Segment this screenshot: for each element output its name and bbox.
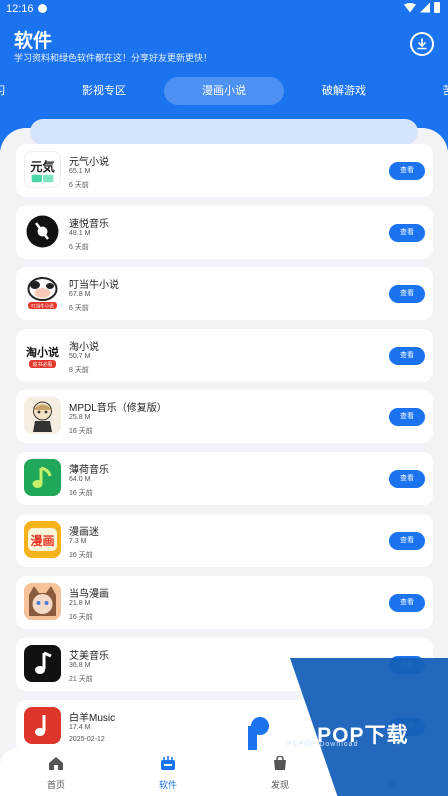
aimei-music-icon bbox=[24, 645, 61, 682]
view-button[interactable]: 查看 bbox=[389, 594, 425, 612]
app-name: 元气小说 bbox=[69, 157, 109, 168]
app-size: 7.3 M bbox=[69, 538, 87, 545]
app-date: 16 天前 bbox=[69, 490, 93, 497]
app-date: 16 天前 bbox=[69, 428, 93, 435]
view-button[interactable]: 查看 bbox=[389, 408, 425, 426]
bag-icon bbox=[274, 756, 286, 770]
tao-icon-text: 淘小说 bbox=[26, 345, 59, 359]
baiyang-music-icon bbox=[24, 707, 61, 744]
nav-label: 软件 bbox=[158, 780, 177, 790]
app-date: 21 天前 bbox=[69, 676, 93, 683]
view-button[interactable]: 查看 bbox=[389, 347, 425, 365]
app-date: 6 天前 bbox=[69, 305, 89, 312]
yuanqi-app-icon: 元気 bbox=[24, 151, 61, 188]
app-size: 67.8 M bbox=[69, 291, 91, 298]
app-date: 6 天前 bbox=[69, 182, 89, 189]
tab-cracked-games[interactable]: 破解游戏 bbox=[294, 77, 394, 105]
app-name: MPDL音乐（修复版） bbox=[69, 403, 167, 414]
app-size: 21.8 M bbox=[69, 600, 91, 607]
suyue-music-icon bbox=[24, 213, 61, 250]
mint-music-icon bbox=[24, 459, 61, 496]
tab-study[interactable]: 习 bbox=[0, 77, 8, 105]
nav-home[interactable]: 首页 bbox=[0, 748, 112, 796]
app-card[interactable]: 元気 元气小说 65.1 M 6 天前 查看 bbox=[16, 144, 433, 197]
battery-icon bbox=[434, 2, 440, 13]
app-name: 速悦音乐 bbox=[69, 219, 109, 230]
view-button[interactable]: 查看 bbox=[389, 285, 425, 303]
view-button[interactable]: 查看 bbox=[389, 532, 425, 550]
app-date: 2025-02-12 bbox=[69, 736, 105, 743]
watermark-subtitle: PCPOP Download bbox=[287, 741, 359, 748]
status-time: 12:16 bbox=[6, 3, 34, 15]
tab-more[interactable]: 苦 bbox=[440, 77, 448, 105]
tab-movies[interactable]: 影视专区 bbox=[54, 77, 154, 105]
notification-icon bbox=[38, 4, 47, 13]
dingdang-cow-icon: 叮当牛小说 bbox=[24, 274, 61, 311]
tao-novel-icon: 淘小说 追书必看 bbox=[24, 336, 61, 373]
app-name: 淘小说 bbox=[69, 342, 99, 353]
page-title: 软件 bbox=[14, 31, 53, 52]
download-button[interactable] bbox=[410, 32, 434, 56]
app-card[interactable]: 速悦音乐 48.1 M 6 天前 查看 bbox=[16, 206, 433, 259]
nav-label: 发现 bbox=[270, 780, 289, 790]
app-name: 薄荷音乐 bbox=[69, 465, 109, 476]
manhua-icon-text: 漫画 bbox=[30, 533, 54, 548]
nav-discover[interactable]: 发现 bbox=[224, 748, 336, 796]
app-card[interactable]: 叮当牛小说 叮当牛小说 67.8 M 6 天前 查看 bbox=[16, 267, 433, 320]
manhuami-icon: 漫画 bbox=[24, 521, 61, 558]
app-date: 8 天前 bbox=[69, 367, 89, 374]
wifi-icon bbox=[404, 2, 416, 13]
app-name: 当鸟漫画 bbox=[69, 589, 109, 600]
search-bar[interactable] bbox=[30, 119, 418, 145]
app-size: 36.8 M bbox=[69, 662, 91, 669]
app-card[interactable]: 淘小说 追书必看 淘小说 50.7 M 8 天前 查看 bbox=[16, 329, 433, 382]
app-card[interactable]: MPDL音乐（修复版） 25.8 M 16 天前 查看 bbox=[16, 390, 433, 443]
app-size: 48.1 M bbox=[69, 230, 91, 237]
tao-icon-subtext: 追书必看 bbox=[32, 361, 52, 368]
app-name: 漫画迷 bbox=[69, 527, 99, 538]
app-date: 6 天前 bbox=[69, 244, 89, 251]
app-card[interactable]: 漫画 漫画迷 7.3 M 16 天前 查看 bbox=[16, 514, 433, 567]
app-name: 艾美音乐 bbox=[69, 651, 109, 662]
view-button[interactable]: 查看 bbox=[389, 224, 425, 242]
watermark-logo-icon bbox=[244, 710, 276, 750]
mpdl-music-icon bbox=[24, 397, 61, 434]
status-bar: 12:16 bbox=[0, 0, 448, 18]
app-card[interactable]: 当鸟漫画 21.8 M 16 天前 查看 bbox=[16, 576, 433, 629]
page-subtitle: 学习资料和绿色软件都在这！分享好友更新更快！ bbox=[14, 53, 213, 63]
app-card[interactable]: 薄荷音乐 64.0 M 16 天前 查看 bbox=[16, 452, 433, 505]
yuanqi-icon-text: 元気 bbox=[30, 159, 55, 174]
signal-icon bbox=[420, 2, 430, 13]
home-icon bbox=[49, 757, 63, 770]
view-button[interactable]: 查看 bbox=[389, 470, 425, 488]
status-icons bbox=[404, 2, 440, 13]
nav-label: 首页 bbox=[46, 780, 65, 790]
dangniao-comic-icon bbox=[24, 583, 61, 620]
tab-comics-novels[interactable]: 漫画小说 bbox=[164, 77, 284, 105]
download-icon bbox=[417, 38, 427, 50]
app-name: 叮当牛小说 bbox=[69, 280, 119, 291]
app-size: 50.7 M bbox=[69, 353, 91, 360]
app-size: 64.0 M bbox=[69, 476, 91, 483]
dingdang-icon-text: 叮当牛小说 bbox=[31, 303, 54, 310]
view-button[interactable]: 查看 bbox=[389, 162, 425, 180]
app-size: 17.4 M bbox=[69, 724, 91, 731]
app-name: 白羊Music bbox=[69, 713, 116, 724]
app-size: 25.8 M bbox=[69, 414, 91, 421]
software-icon bbox=[161, 756, 175, 770]
app-date: 16 天前 bbox=[69, 614, 93, 621]
app-date: 16 天前 bbox=[69, 552, 93, 559]
app-size: 65.1 M bbox=[69, 168, 91, 175]
nav-software[interactable]: 软件 bbox=[112, 748, 224, 796]
category-tabs: 习 影视专区 漫画小说 破解游戏 苦 bbox=[0, 77, 448, 105]
